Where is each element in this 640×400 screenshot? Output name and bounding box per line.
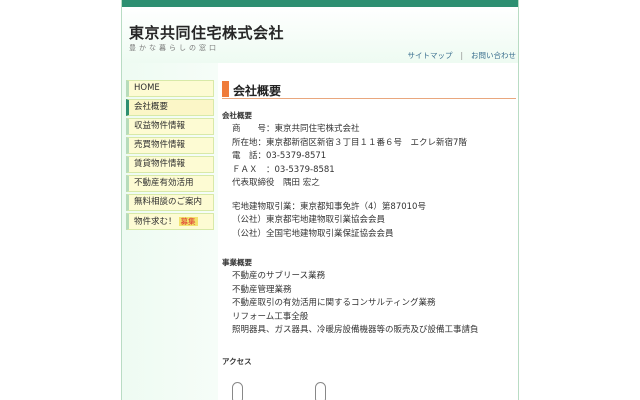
fax-line: ＦＡＸ ：03-5379-8581: [232, 164, 335, 175]
map-pin-icon: [232, 382, 243, 400]
license-line: 宅地建物取引業：東京都知事免許（4）第87010号: [232, 201, 426, 212]
sidebar-item-free-consultation[interactable]: 無料相談のご案内: [126, 194, 214, 211]
map-pin-icon: [315, 382, 326, 400]
sidebar-item-sale-property[interactable]: 売買物件情報: [126, 137, 214, 154]
sidebar-item-company[interactable]: 会社概要: [126, 99, 214, 116]
recruit-badge: 募集: [178, 217, 198, 226]
site-tagline: 豊かな暮らしの窓口: [129, 44, 219, 52]
company-info: 商 号：東京共同住宅株式会社 所在地：東京都新宿区新宿３丁目１１番６号 エクレ新…: [232, 123, 516, 191]
main-area: HOME 会社概要 収益物件情報 売買物件情報 賃貸物件情報 不動産有効活用 無…: [122, 63, 518, 400]
sidebar-item-wanted[interactable]: 物件求む！ 募集: [126, 213, 214, 230]
sidebar-item-income-property[interactable]: 収益物件情報: [126, 118, 214, 135]
link-separator: |: [460, 51, 463, 60]
phone-line: 電 話：03-5379-8571: [232, 151, 327, 161]
association-line: （公社）全国宅地建物取引業保証協会会員: [232, 228, 394, 239]
title-marker: [222, 81, 229, 97]
sidebar-item-label: 収益物件情報: [134, 121, 186, 131]
sidebar-nav: HOME 会社概要 収益物件情報 売買物件情報 賃貸物件情報 不動産有効活用 無…: [126, 80, 214, 232]
business-section-heading: 事業概要: [222, 258, 252, 267]
sidebar-item-label: 無料相談のご案内: [134, 197, 203, 207]
sidebar-item-label: HOME: [134, 83, 160, 93]
business-list: 不動産のサブリース業務 不動産管理業務 不動産取引の有効活用に関するコンサルティ…: [232, 270, 516, 338]
company-section-heading: 会社概要: [222, 111, 252, 120]
access-section-heading: アクセス: [222, 356, 252, 366]
company-name-line: 商 号：東京共同住宅株式会社: [232, 124, 360, 134]
sidebar-item-label: 物件求む！: [134, 217, 177, 227]
address-line: 所在地：東京都新宿区新宿３丁目１１番６号 エクレ新宿7階: [232, 137, 467, 148]
business-item: 不動産管理業務: [232, 284, 292, 295]
site-header: 東京共同住宅株式会社 豊かな暮らしの窓口 サイトマップ | お問い合わせ: [122, 7, 518, 63]
sidebar-item-label: 不動産有効活用: [134, 178, 194, 188]
access-map[interactable]: [232, 382, 342, 400]
sidebar-item-land-use[interactable]: 不動産有効活用: [126, 175, 214, 192]
sitemap-link[interactable]: サイトマップ: [407, 51, 452, 60]
business-item: 不動産のサブリース業務: [232, 271, 326, 281]
content-area: 会社概要 会社概要 商 号：東京共同住宅株式会社 所在地：東京都新宿区新宿３丁目…: [222, 79, 516, 367]
business-item: リフォーム工事全般: [232, 311, 309, 322]
business-item: 照明器具、ガス器具、冷暖房設備機器等の販売及び設備工事請負: [232, 325, 479, 335]
top-accent-bar: [122, 0, 518, 7]
site-title[interactable]: 東京共同住宅株式会社: [129, 22, 284, 43]
sidebar-item-home[interactable]: HOME: [126, 80, 214, 97]
sidebar-item-label: 会社概要: [134, 102, 169, 112]
contact-link[interactable]: お問い合わせ: [471, 51, 516, 60]
header-links: サイトマップ | お問い合わせ: [407, 50, 516, 61]
sidebar-item-label: 賃貸物件情報: [134, 159, 186, 169]
association-line: （公社）東京都宅地建物取引業協会会員: [232, 215, 386, 225]
business-item: 不動産取引の有効活用に関するコンサルティング業務: [232, 298, 436, 308]
license-info: 宅地建物取引業：東京都知事免許（4）第87010号 （公社）東京都宅地建物取引業…: [232, 201, 516, 242]
page-title-text: 会社概要: [233, 84, 282, 98]
representative-line: 代表取締役 隅田 宏之: [232, 178, 320, 188]
sidebar-item-rental-property[interactable]: 賃貸物件情報: [126, 156, 214, 173]
sidebar-item-label: 売買物件情報: [134, 140, 186, 150]
page-frame: 東京共同住宅株式会社 豊かな暮らしの窓口 サイトマップ | お問い合わせ HOME …: [121, 0, 519, 400]
page-title: 会社概要: [222, 79, 516, 99]
